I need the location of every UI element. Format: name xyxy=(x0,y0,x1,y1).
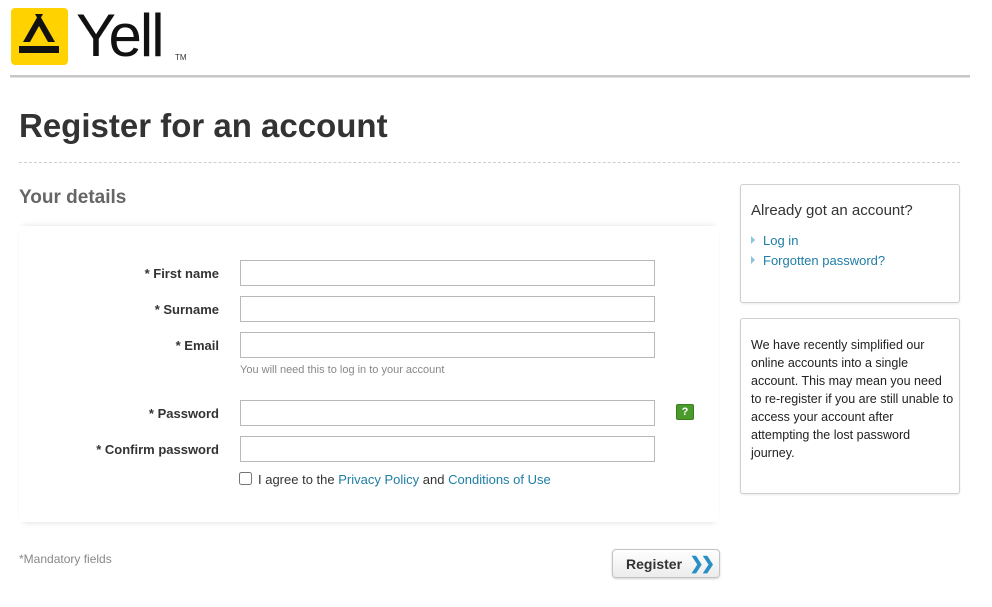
first-name-label: * First name xyxy=(144,266,219,281)
yell-logo-icon[interactable] xyxy=(11,8,68,65)
header-divider xyxy=(10,75,970,78)
brand-wordmark[interactable]: Yell xyxy=(76,2,165,70)
surname-label: * Surname xyxy=(154,302,219,317)
register-button-label: Register xyxy=(626,555,683,572)
account-notice-text: We have recently simplified our online a… xyxy=(751,338,954,460)
terms-checkbox[interactable] xyxy=(239,472,252,485)
trademark-mark: TM xyxy=(175,53,187,62)
password-help-icon[interactable]: ? xyxy=(676,404,694,420)
surname-input[interactable] xyxy=(240,296,655,322)
password-label: * Password xyxy=(148,406,219,421)
email-hint: You will need this to log in to your acc… xyxy=(240,364,445,376)
section-title: Your details xyxy=(19,187,127,208)
terms-agreement: I agree to the Privacy Policy and Condit… xyxy=(239,472,551,487)
triangle-right-icon xyxy=(751,256,755,264)
email-input[interactable] xyxy=(240,332,655,358)
log-in-link-label: Log in xyxy=(763,233,799,248)
agree-and-text: and xyxy=(422,472,445,487)
mandatory-fields-note: *Mandatory fields xyxy=(19,552,112,566)
conditions-of-use-link[interactable]: Conditions of Use xyxy=(448,472,551,487)
login-panel: Already got an account? Log in Forgotten… xyxy=(740,184,960,303)
login-panel-heading: Already got an account? xyxy=(751,202,913,219)
register-button[interactable]: Register ❯❯ xyxy=(612,549,720,578)
site-header: Yell TM xyxy=(0,0,992,80)
confirm-password-input[interactable] xyxy=(240,436,655,462)
forgotten-password-link-label: Forgotten password? xyxy=(763,253,886,268)
email-label: * Email xyxy=(175,338,219,353)
agree-prefix-text: I agree to the xyxy=(258,472,335,487)
page-title: Register for an account xyxy=(19,107,388,144)
log-in-link[interactable]: Log in xyxy=(751,233,798,248)
password-input[interactable] xyxy=(240,400,655,426)
title-divider xyxy=(19,162,960,163)
forgotten-password-link[interactable]: Forgotten password? xyxy=(751,253,885,268)
chevron-right-icon: ❯❯ xyxy=(689,554,715,573)
privacy-policy-link[interactable]: Privacy Policy xyxy=(338,472,419,487)
triangle-right-icon xyxy=(751,236,755,244)
account-notice-panel: We have recently simplified our online a… xyxy=(740,318,960,494)
first-name-input[interactable] xyxy=(240,260,655,286)
confirm-password-label: * Confirm password xyxy=(96,442,219,457)
